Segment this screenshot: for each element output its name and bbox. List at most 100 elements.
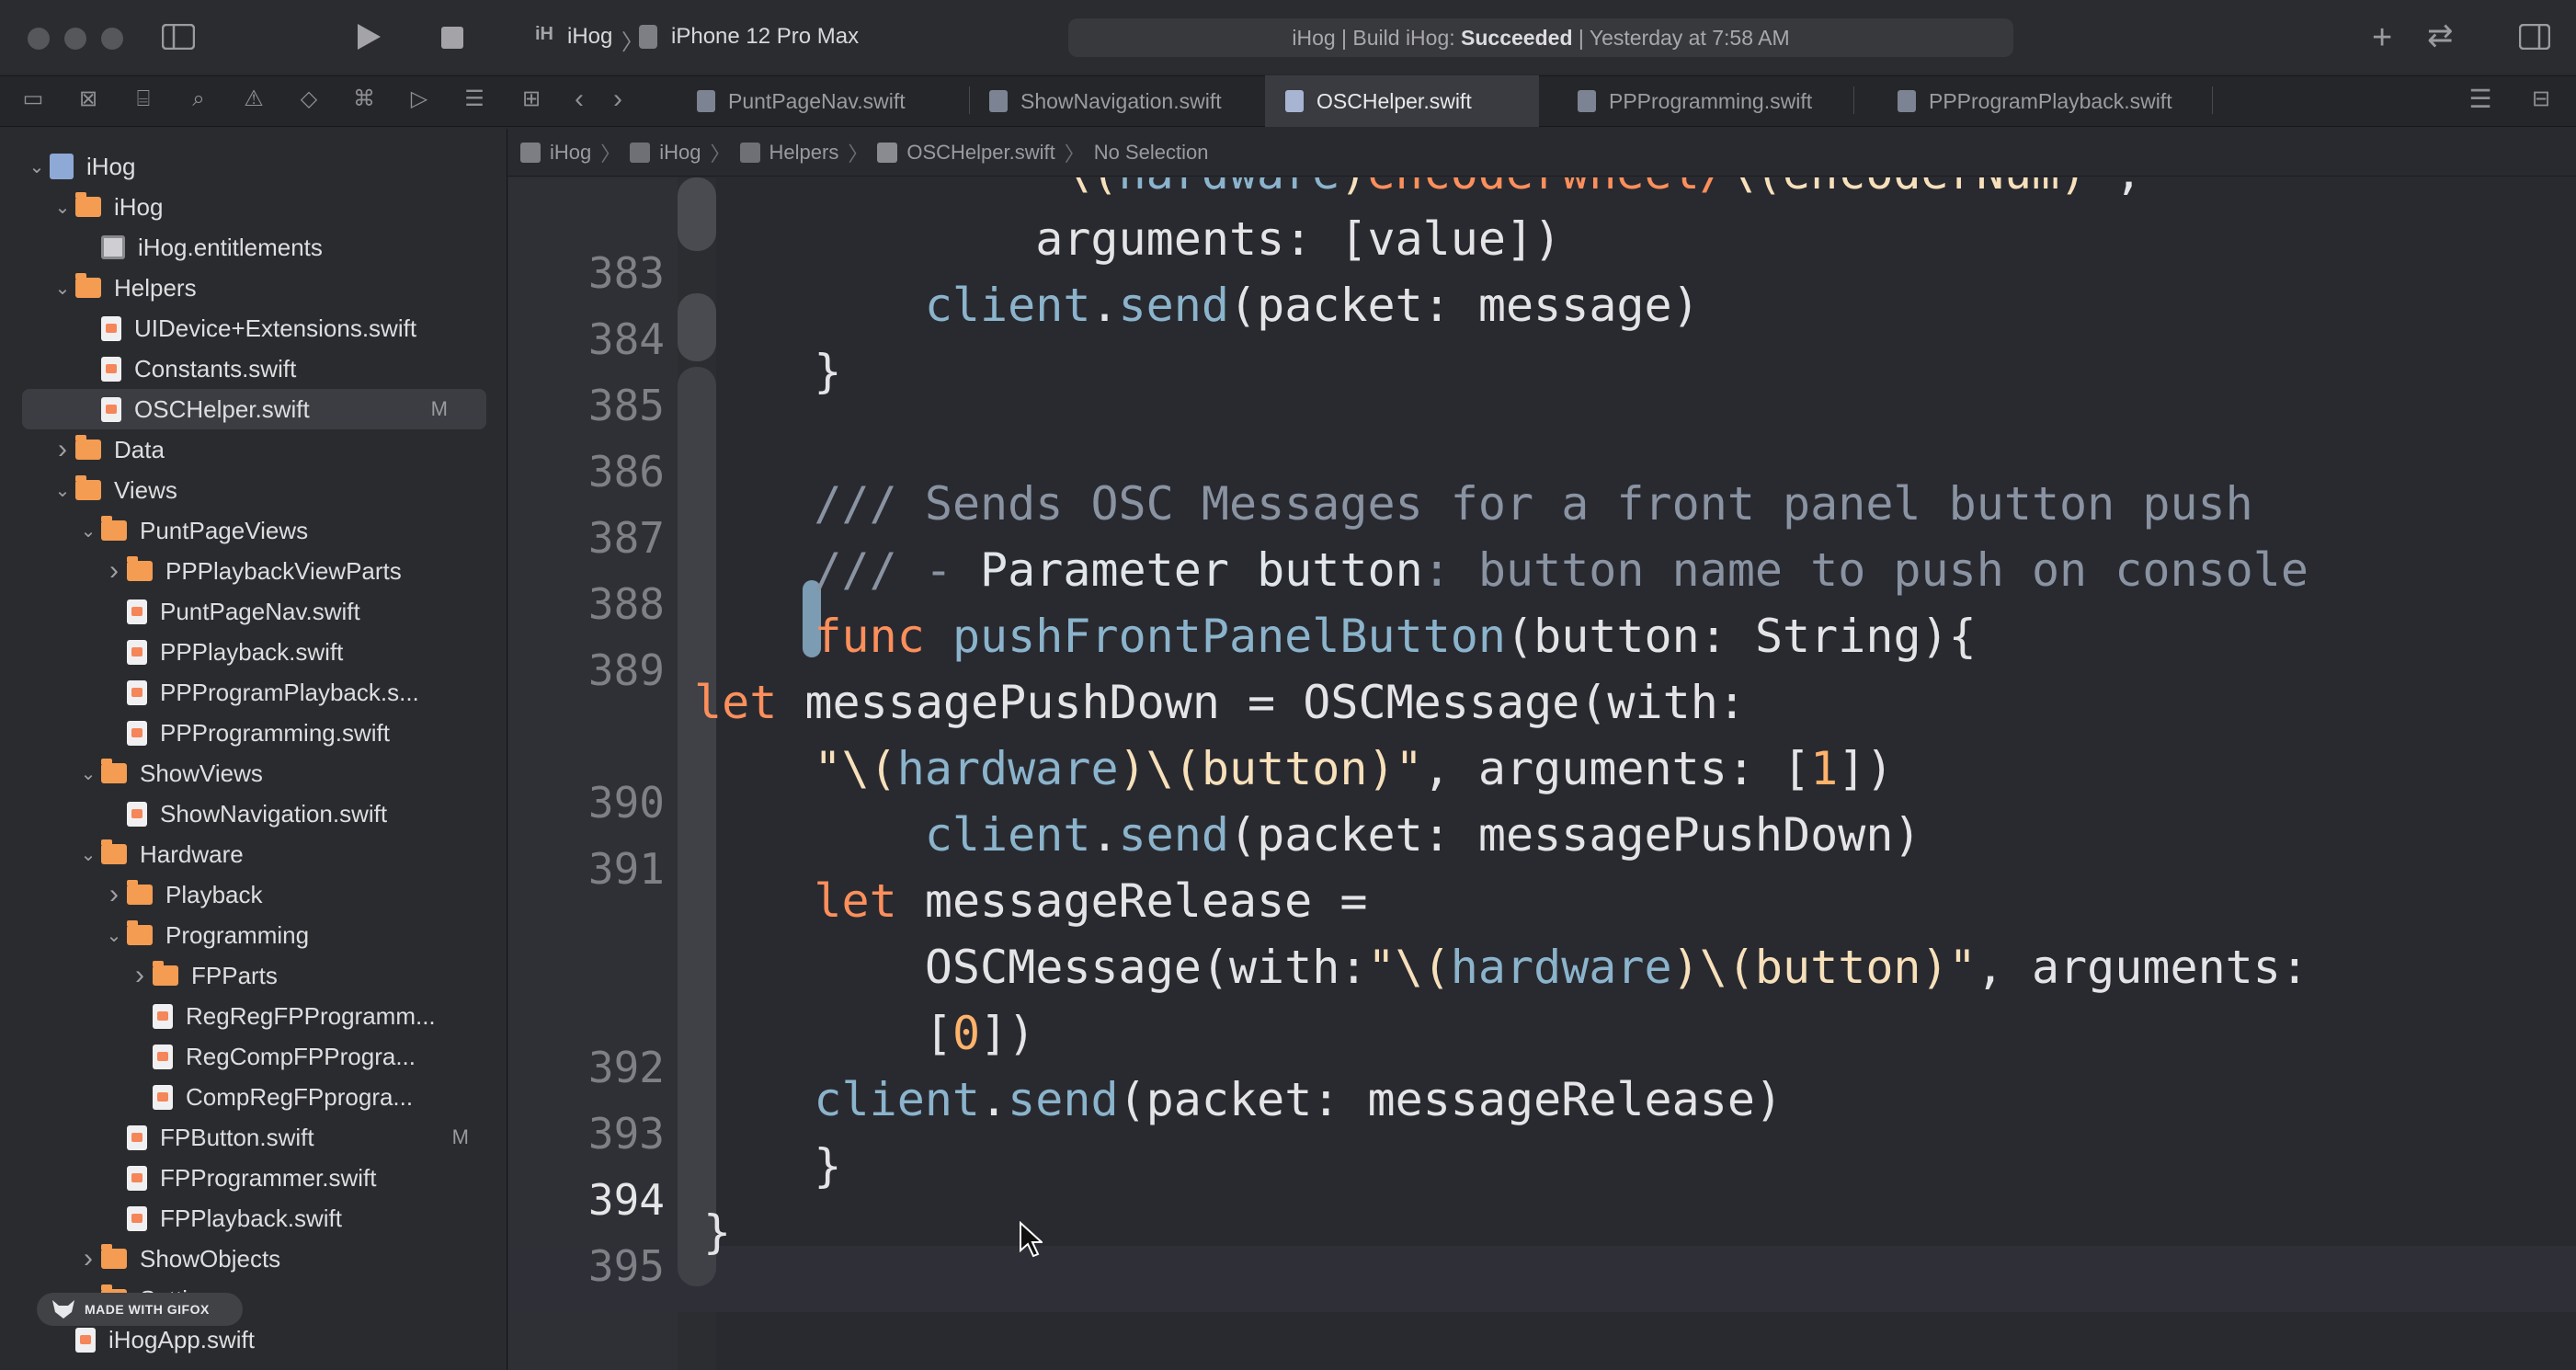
- source-editor[interactable]: 383 384 385 386 387 388 389 390 391 392 393 394 395 …: [508, 177, 2576, 1370]
- code-line[interactable]: "\(hardware)encoderwheel/\(encoderNum)",: [703, 177, 2142, 206]
- tab-puntpagenav[interactable]: PuntPageNav.swift: [677, 75, 963, 127]
- inspector-toggle-icon[interactable]: [2519, 24, 2550, 50]
- sidebar-item[interactable]: OSCHelper.swift M: [22, 389, 486, 429]
- chevron-right-icon[interactable]: ›: [50, 434, 75, 465]
- breadcrumb-project[interactable]: iHog: [550, 141, 591, 165]
- search-icon[interactable]: ⌕: [186, 86, 211, 112]
- tab-oschelper[interactable]: OSCHelper.swift: [1265, 75, 1539, 127]
- sidebar-item[interactable]: ⌄ iHog: [0, 187, 507, 227]
- test-navigator-icon[interactable]: ◇: [296, 86, 322, 112]
- back-icon[interactable]: ‹: [566, 86, 592, 113]
- sidebar-item[interactable]: CompRegFPprogra...: [0, 1077, 507, 1117]
- chevron-down-icon[interactable]: ⌄: [50, 277, 75, 300]
- swift-file-icon: [153, 1084, 173, 1110]
- sidebar-item[interactable]: › Playback: [0, 874, 507, 915]
- sidebar-item[interactable]: › PPPlaybackViewParts: [0, 551, 507, 591]
- sidebar-item[interactable]: ⌄ Hardware: [0, 834, 507, 874]
- code-line[interactable]: let messagePushDown = OSCMessage(with:: [694, 669, 1746, 736]
- forward-icon[interactable]: ›: [605, 86, 631, 113]
- chevron-right-icon[interactable]: ›: [127, 960, 153, 991]
- chevron-down-icon[interactable]: ⌄: [75, 843, 101, 866]
- chevron-down-icon[interactable]: ⌄: [50, 479, 75, 502]
- scheme-selector[interactable]: iHog: [567, 24, 612, 50]
- chevron-down-icon[interactable]: ⌄: [75, 519, 101, 542]
- code-line[interactable]: /// - Parameter button: button name to p…: [703, 537, 2308, 603]
- code-line[interactable]: client.send(packet: message): [703, 272, 1700, 338]
- code-line[interactable]: client.send(packet: messagePushDown): [703, 802, 1921, 868]
- tab-ppprogramming[interactable]: PPProgramming.swift: [1557, 75, 1852, 127]
- sidebar-item[interactable]: ⌄ Programming: [0, 915, 507, 955]
- sidebar-item[interactable]: PuntPageNav.swift: [0, 591, 507, 632]
- breadcrumb-file[interactable]: OSCHelper.swift: [906, 141, 1054, 165]
- sidebar-item[interactable]: ⌄ Helpers: [0, 268, 507, 308]
- minimize-window-button[interactable]: [64, 28, 86, 50]
- code-line[interactable]: "\(hardware)\(button)", arguments: [1]): [703, 736, 1893, 802]
- chevron-down-icon[interactable]: ⌄: [101, 924, 127, 947]
- chevron-right-icon[interactable]: ›: [101, 555, 127, 587]
- sidebar-item[interactable]: RegRegFPProgramm...: [0, 996, 507, 1036]
- editor-options-icon[interactable]: ☰: [2468, 86, 2493, 112]
- code-line[interactable]: client.send(packet: messageRelease): [703, 1067, 1783, 1133]
- sidebar-item[interactable]: Constants.swift: [0, 348, 507, 389]
- tab-ppprogramplayback[interactable]: PPProgramPlayback.swift: [1877, 75, 2208, 127]
- sidebar-item[interactable]: PPPlayback.swift: [0, 632, 507, 672]
- chevron-down-icon[interactable]: ⌄: [24, 155, 50, 178]
- build-status-time: | Yesterday at 7:58 AM: [1572, 25, 1790, 50]
- chevron-down-icon[interactable]: ⌄: [50, 196, 75, 219]
- code-line[interactable]: [0]): [703, 1000, 1035, 1067]
- sidebar-item[interactable]: ⌄ ShowViews: [0, 753, 507, 793]
- sidebar-item[interactable]: RegCompFPProgra...: [0, 1036, 507, 1077]
- sidebar-item[interactable]: ⌄ iHog: [0, 146, 507, 187]
- sidebar-item[interactable]: PPProgramming.swift: [0, 713, 507, 753]
- run-icon[interactable]: [355, 22, 382, 51]
- folder-icon: [101, 516, 127, 541]
- chevron-right-icon[interactable]: ›: [75, 1243, 101, 1274]
- sidebar-toggle-icon[interactable]: [162, 24, 195, 50]
- breadcrumb-group[interactable]: iHog: [659, 141, 701, 165]
- code-line[interactable]: OSCMessage(with:"\(hardware)\(button)", …: [703, 934, 2308, 1000]
- sidebar-item[interactable]: ⌄ PuntPageViews: [0, 510, 507, 551]
- report-navigator-icon[interactable]: ☰: [462, 86, 487, 112]
- sidebar-item[interactable]: UIDevice+Extensions.swift: [0, 308, 507, 348]
- swift-file-icon: [101, 356, 121, 382]
- breakpoint-icon[interactable]: ▷: [406, 86, 432, 112]
- tab-shownavigation[interactable]: ShowNavigation.swift: [969, 75, 1265, 127]
- chevron-down-icon[interactable]: ⌄: [75, 762, 101, 785]
- sidebar-item[interactable]: › FPParts: [0, 955, 507, 996]
- code-line[interactable]: }: [703, 1199, 731, 1265]
- source-control-icon[interactable]: ⊠: [75, 86, 101, 112]
- sidebar-item[interactable]: › Data: [0, 429, 507, 470]
- sidebar-item[interactable]: ⌄ Views: [0, 470, 507, 510]
- code-review-icon[interactable]: ⇄: [2427, 20, 2454, 51]
- stop-icon[interactable]: [441, 27, 463, 49]
- code-line[interactable]: /// Sends OSC Messages for a front panel…: [703, 471, 2252, 537]
- chevron-right-icon[interactable]: ›: [101, 879, 127, 910]
- sidebar-item[interactable]: FPProgrammer.swift: [0, 1158, 507, 1198]
- close-window-button[interactable]: [28, 28, 50, 50]
- sidebar-item[interactable]: iHog.entitlements: [0, 227, 507, 268]
- sidebar-item-label: Views: [114, 475, 177, 504]
- sidebar-item[interactable]: FPButton.swift M: [0, 1117, 507, 1158]
- sidebar-item[interactable]: PPProgramPlayback.s...: [0, 672, 507, 713]
- add-icon[interactable]: +: [2372, 20, 2392, 55]
- sidebar-item[interactable]: › ShowObjects: [0, 1239, 507, 1279]
- warning-icon[interactable]: ⚠: [241, 86, 267, 112]
- code-line[interactable]: }: [703, 338, 841, 405]
- grid-icon[interactable]: ⊞: [519, 86, 544, 112]
- breadcrumb-folder[interactable]: Helpers: [769, 141, 839, 165]
- breadcrumb-selection[interactable]: No Selection: [1094, 141, 1209, 165]
- split-editor-icon[interactable]: ⊟: [2528, 86, 2554, 112]
- sidebar-item-label: CompRegFPprogra...: [186, 1082, 414, 1111]
- sidebar-item-label: FPButton.swift: [160, 1123, 314, 1151]
- sidebar-item[interactable]: FPPlayback.swift: [0, 1198, 507, 1239]
- project-navigator-icon[interactable]: ▭: [20, 86, 46, 112]
- code-line[interactable]: arguments: [value]): [703, 206, 1561, 272]
- code-line[interactable]: let messageRelease =: [703, 868, 1367, 934]
- device-selector[interactable]: iPhone 12 Pro Max: [671, 24, 859, 50]
- sidebar-item[interactable]: ShowNavigation.swift: [0, 793, 507, 834]
- code-line[interactable]: func pushFrontPanelButton(button: String…: [703, 603, 1976, 669]
- zoom-window-button[interactable]: [101, 28, 123, 50]
- debug-navigator-icon[interactable]: ⌘: [351, 86, 377, 112]
- code-line[interactable]: }: [703, 1133, 841, 1199]
- symbol-navigator-icon[interactable]: ⌸: [131, 86, 156, 112]
